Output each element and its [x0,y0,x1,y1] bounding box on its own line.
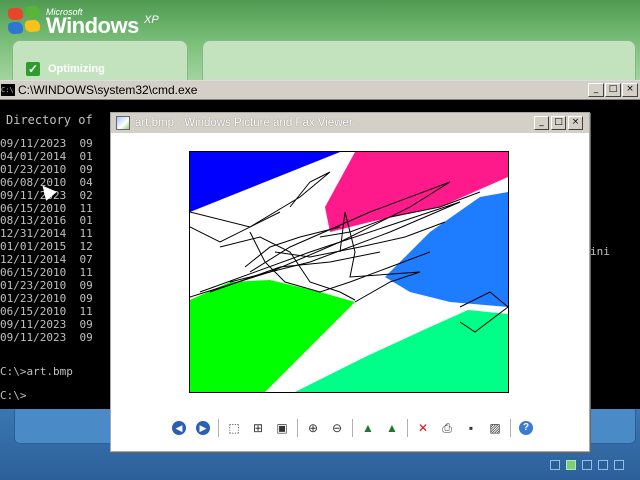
listing-row: 09/11/2023 09 [0,330,93,344]
progress-dot [582,460,592,470]
delete-button[interactable]: ✕ [414,419,432,437]
command-line: C:\>art.bmp [0,365,73,378]
best-fit-button[interactable]: ⬚ [225,419,243,437]
listing-row: 09/11/2023 09 [0,137,93,150]
rotate-counterclockwise-button[interactable]: ▲ [383,419,401,437]
art-image [189,152,509,392]
toolbar-separator [407,419,408,437]
windows-flag-icon [6,5,42,36]
progress-dot [598,460,608,470]
viewer-title-bar[interactable]: art.bmp - Windows Picture and Fax Viewer… [111,113,589,133]
toolbar-separator [218,419,219,437]
directory-listing: 09/11/2023 09 04/01/2014 01 01/23/2010 09 0… [0,137,93,345]
toolbar-separator [297,419,298,437]
edit-button[interactable]: ▨ [486,419,504,437]
cmd-title: C:\WINDOWS\system32\cmd.exe [18,83,198,97]
zoom-in-button[interactable]: ⊕ [304,419,322,437]
listing-row: 04/01/2014 01 [0,149,93,163]
listing-row: 09/11/2023 09 [0,317,93,331]
previous-image-icon: ◀ [172,421,186,435]
optimizing-status: Optimizing [48,63,105,75]
previous-image-button[interactable]: ◀ [170,419,188,437]
xp-label: XP [144,14,159,26]
save-icon: ▪ [468,421,474,435]
image-file-icon [116,116,130,130]
slideshow-icon: ▣ [276,421,288,435]
help-button[interactable]: ? [517,419,535,437]
next-image-icon: ▶ [196,421,210,435]
zoom-out-icon: ⊖ [331,421,343,435]
print-icon: ⎙ [442,421,452,435]
listing-row: 06/15/2010 11 [0,304,93,318]
slideshow-button[interactable]: ▣ [273,419,291,437]
progress-dot [614,460,624,470]
progress-dot-active [566,460,576,470]
checkmark-icon: ✓ [26,62,40,76]
print-button[interactable]: ⎙ [438,419,456,437]
actual-size-icon: ⊞ [252,421,264,435]
toolbar-separator [510,419,511,437]
directory-header: Directory of [6,113,93,127]
progress-dots [550,460,624,470]
listing-partial-text: ini [590,245,610,258]
toolbar-separator [352,419,353,437]
help-icon: ? [519,421,533,435]
edit-icon: ▨ [489,421,501,435]
cmd-icon: C:\ [1,84,15,96]
cmd-title-bar[interactable]: C:\ C:\WINDOWS\system32\cmd.exe _ □ × [0,81,640,100]
command-prompt[interactable]: C:\> [0,389,27,402]
save-button[interactable]: ▪ [462,419,480,437]
actual-size-button[interactable]: ⊞ [249,419,267,437]
viewer-maximize-button[interactable]: □ [551,116,566,130]
delete-icon: ✕ [417,421,429,435]
rotate-clockwise-button[interactable]: ▲ [359,419,377,437]
viewer-minimize-button[interactable]: _ [534,116,549,130]
cmd-close-button[interactable]: × [622,83,638,97]
best-fit-icon: ⬚ [228,421,240,435]
cmd-minimize-button[interactable]: _ [588,83,604,97]
viewer-toolbar: ◀ ▶ ⬚ ⊞ ▣ ⊕ ⊖ ▲ ▲ ✕ ⎙ ▪ ▨? [167,419,538,437]
zoom-out-button[interactable]: ⊖ [328,419,346,437]
rotate-clockwise-icon: ▲ [362,421,374,435]
cmd-maximize-button[interactable]: □ [605,83,621,97]
listing-row: 01/23/2010 09 [0,291,93,305]
windows-label: Windows [46,13,139,38]
rotate-counterclockwise-icon: ▲ [386,421,398,435]
viewer-close-button[interactable]: × [568,116,583,130]
windows-xp-logo: Microsoft Windows XP [6,2,166,38]
viewer-title: art.bmp - Windows Picture and Fax Viewer [135,117,353,129]
next-image-button[interactable]: ▶ [194,419,212,437]
zoom-in-icon: ⊕ [307,421,319,435]
image-canvas [189,151,509,393]
picture-viewer-window[interactable]: art.bmp - Windows Picture and Fax Viewer… [110,112,590,452]
progress-dot [550,460,560,470]
listing-row: 01/23/2010 09 [0,278,93,292]
listing-row: 01/23/2010 09 [0,162,93,176]
